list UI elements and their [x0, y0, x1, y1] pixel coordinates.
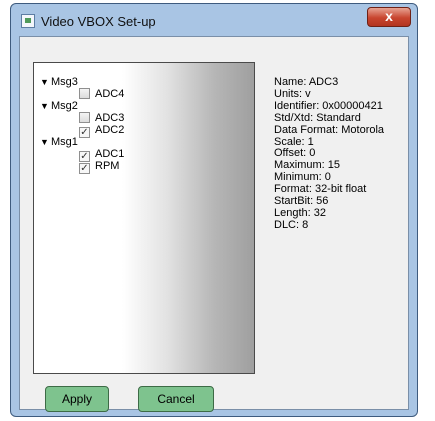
detail-std-xtd: Std/Xtd: Standard — [274, 111, 361, 124]
window-title: Video VBOX Set-up — [41, 14, 156, 29]
signal-tree[interactable]: ▼ Msg3 ADC4 ▼ Msg2 ADC3 ✓ ADC2 ▼ Msg1 ✓ ADC1 … — [33, 62, 255, 374]
cancel-button[interactable]: Cancel — [138, 386, 214, 412]
tree-item-adc2[interactable]: ✓ ADC2 — [79, 124, 124, 138]
expand-arrow-icon[interactable]: ▼ — [40, 136, 51, 149]
detail-data-format: Data Format: Motorola — [274, 123, 385, 136]
checkbox-adc2[interactable]: ✓ — [79, 127, 90, 138]
tree-group-msg2[interactable]: ▼ Msg2 — [40, 100, 78, 113]
tree-item-adc4[interactable]: ADC4 — [79, 88, 124, 101]
signal-details: Name: ADC3 Units: v Identifier: 0x000004… — [274, 76, 408, 232]
setup-window: Video VBOX Set-up x ▼ Msg3 ADC4 ▼ Msg2 ADC… — [10, 3, 418, 417]
checkbox-rpm[interactable]: ✓ — [79, 163, 90, 174]
dialog-body: ▼ Msg3 ADC4 ▼ Msg2 ADC3 ✓ ADC2 ▼ Msg1 ✓ ADC1 … — [19, 36, 409, 412]
checkbox-adc4[interactable] — [79, 88, 90, 99]
title-bar[interactable]: Video VBOX Set-up x — [11, 4, 417, 36]
close-button[interactable]: x — [367, 7, 411, 27]
tree-group-msg1[interactable]: ▼ Msg1 — [40, 136, 78, 149]
detail-identifier: Identifier: 0x00000421 — [274, 99, 383, 112]
detail-dlc: DLC: 8 — [274, 218, 309, 231]
expand-arrow-icon[interactable]: ▼ — [40, 100, 51, 113]
tree-group-msg3[interactable]: ▼ Msg3 — [40, 76, 78, 89]
tree-item-rpm[interactable]: ✓ RPM — [79, 160, 119, 174]
expand-arrow-icon[interactable]: ▼ — [40, 76, 51, 89]
checkbox-adc3[interactable] — [79, 112, 90, 123]
app-icon — [21, 14, 35, 28]
apply-button[interactable]: Apply — [45, 386, 109, 412]
